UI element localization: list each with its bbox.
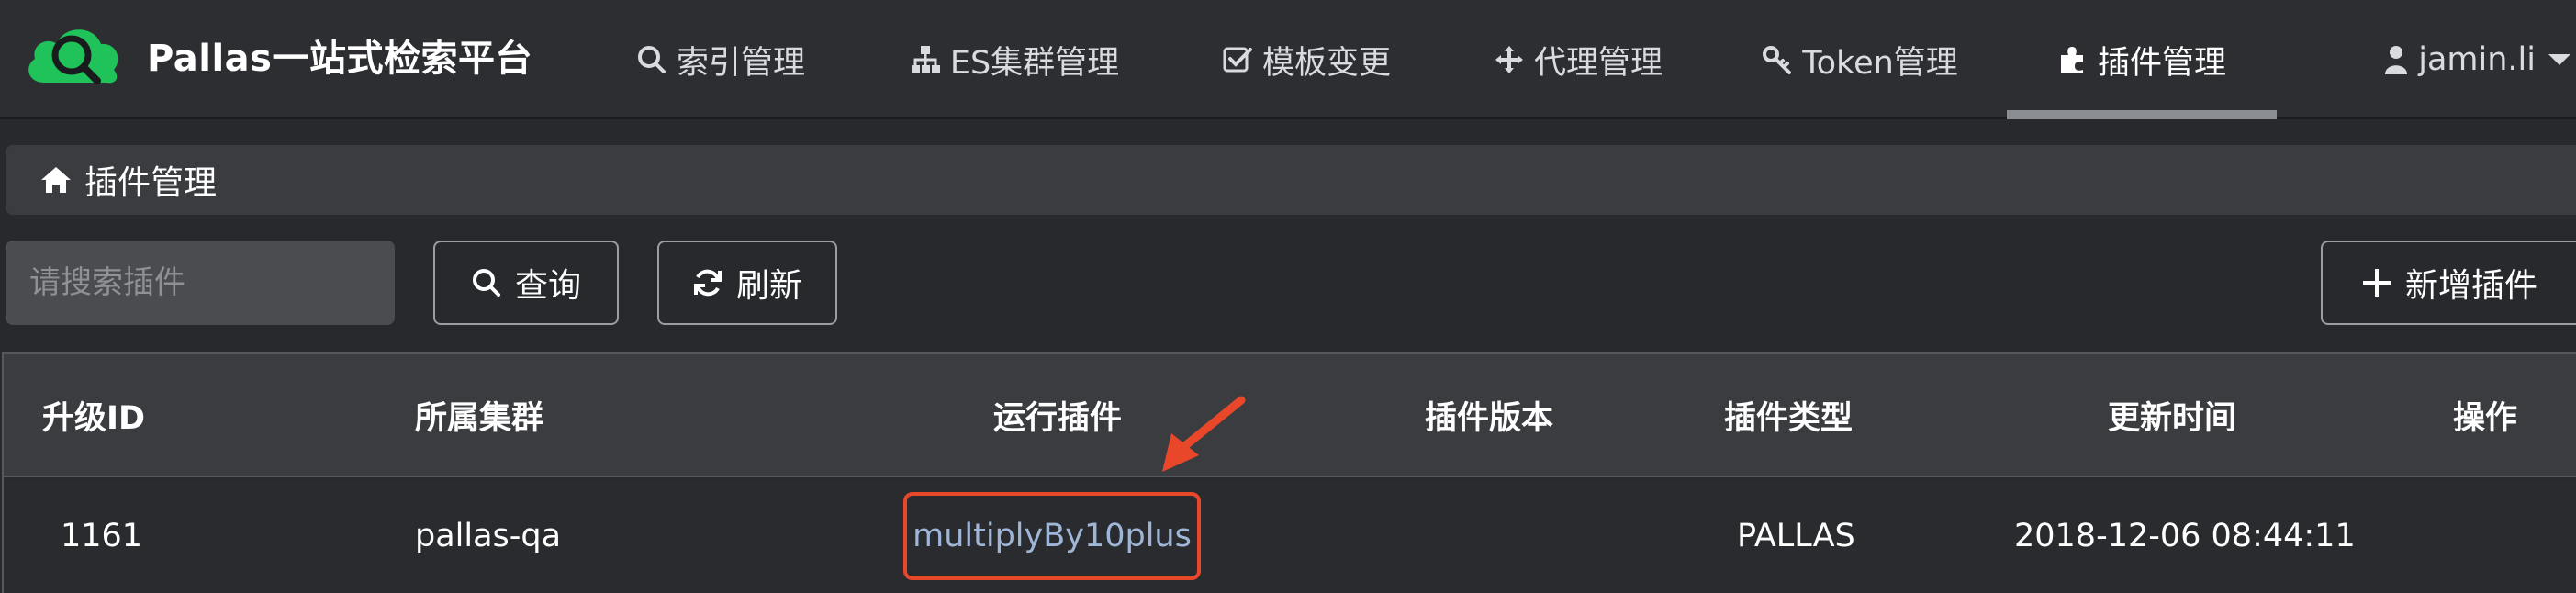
- refresh-icon: [693, 269, 722, 296]
- plugin-link[interactable]: multiplyBy10plus: [903, 492, 1201, 580]
- column-header-updated: 更新时间: [2108, 399, 2237, 437]
- column-header-version: 插件版本: [1425, 399, 1554, 437]
- check-square-icon: [1223, 47, 1252, 73]
- user-icon: [2385, 46, 2408, 74]
- plus-icon: [2362, 269, 2391, 296]
- column-header-action: 操作: [2453, 399, 2518, 437]
- app-title: Pallas一站式检索平台: [147, 38, 532, 80]
- cell-plugin: multiplyBy10plus: [903, 479, 1201, 593]
- nav-item-plugin-management[interactable]: 插件管理: [2007, 0, 2277, 119]
- breadcrumb: 插件管理: [6, 145, 2576, 215]
- plugin-table: 升级ID 所属集群 运行插件 插件版本 插件类型 更新时间 操作 1161 pa…: [2, 352, 2576, 593]
- breadcrumb-label: 插件管理: [84, 164, 218, 202]
- cell-cluster: pallas-qa: [415, 518, 562, 554]
- nav-label: 模板变更: [1261, 44, 1391, 82]
- brand[interactable]: Pallas一站式检索平台: [22, 9, 532, 101]
- puzzle-icon: [2060, 47, 2083, 73]
- annotation-arrow-icon: [1162, 396, 1246, 472]
- column-header-cluster: 所属集群: [415, 399, 544, 437]
- refresh-button[interactable]: 刷新: [657, 241, 837, 325]
- column-header-plugin: 运行插件: [993, 399, 1123, 437]
- search-input[interactable]: [6, 241, 395, 325]
- move-arrows-icon: [1495, 46, 1523, 73]
- nav-label: 索引管理: [676, 44, 805, 82]
- table-header: 升级ID 所属集群 运行插件 插件版本 插件类型 更新时间 操作: [4, 354, 2576, 477]
- nav-label: 代理管理: [1533, 44, 1663, 82]
- user-menu[interactable]: jamin.li: [2383, 0, 2576, 119]
- add-plugin-label: 新增插件: [2404, 267, 2537, 305]
- cell-type: PALLAS: [1737, 518, 1855, 554]
- search-icon: [472, 269, 500, 296]
- key-icon: [1763, 46, 1792, 74]
- top-navbar: Pallas一站式检索平台 索引管理 ES集群管理 模板变更 代理管理 Toke…: [0, 0, 2576, 119]
- add-plugin-button[interactable]: 新增插件: [2321, 241, 2576, 325]
- nav-item-index-management[interactable]: 索引管理: [624, 0, 817, 119]
- nav-item-template-change[interactable]: 模板变更: [1210, 0, 1403, 119]
- nav-item-es-cluster[interactable]: ES集群管理: [900, 0, 1129, 119]
- nav-item-token-management[interactable]: Token管理: [1755, 0, 1965, 119]
- cell-upgrade-id: 1161: [61, 518, 143, 554]
- search-icon: [637, 46, 666, 73]
- query-button[interactable]: 查询: [433, 241, 619, 325]
- column-header-type: 插件类型: [1724, 399, 1854, 437]
- nav-label: ES集群管理: [949, 44, 1120, 82]
- nav-label: 插件管理: [2097, 44, 2226, 82]
- nav-item-proxy-management[interactable]: 代理管理: [1482, 0, 1674, 119]
- home-icon: [41, 167, 71, 193]
- refresh-label: 刷新: [735, 267, 802, 305]
- query-label: 查询: [514, 267, 581, 305]
- cloud-search-icon: [28, 29, 118, 84]
- chevron-down-icon: [2548, 54, 2570, 65]
- table-row: 1161 pallas-qa multiplyBy10plus PALLAS 2…: [4, 479, 2576, 593]
- sitemap-icon: [911, 46, 940, 73]
- column-header-upgrade-id: 升级ID: [42, 399, 146, 437]
- nav-label: Token管理: [1802, 44, 1958, 82]
- username: jamin.li: [2418, 41, 2536, 78]
- cell-updated: 2018-12-06 08:44:11: [2014, 518, 2356, 554]
